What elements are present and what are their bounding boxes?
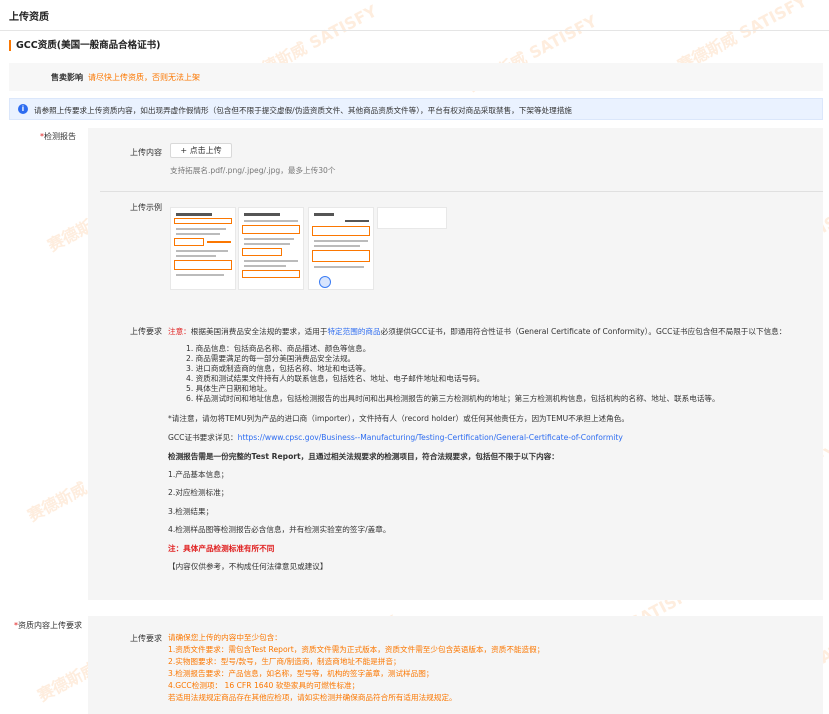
report-item: 2.对应检测标准；: [168, 488, 229, 497]
specific-goods-link[interactable]: 特定范围的商品: [327, 327, 380, 336]
report-item: 1.产品基本信息；: [168, 470, 229, 479]
gcc-detail: GCC证书要求详见：https://www.cpsc.gov/Business-…: [168, 433, 623, 442]
page-title: 上传资质: [9, 12, 49, 23]
example-thumbnail[interactable]: [170, 207, 236, 290]
upload-content-label: 上传内容: [130, 148, 162, 157]
gcc-item: 6. 样品测试时间和地址信息，包括检测报告的出具时间和出具检测报告的第三方检测机…: [186, 394, 720, 403]
example-thumbnail[interactable]: [238, 207, 304, 290]
sales-impact-bar: 售卖影响 请尽快上传资质，否则无法上架: [9, 63, 823, 91]
info-notice-text: 请参照上传要求上传资质内容，如出现弄虚作假情形（包含但不限于提交虚假/伪造资质文…: [34, 106, 572, 115]
header-divider: [0, 30, 829, 31]
section-title: GCC资质(美国一般商品合格证书): [9, 40, 160, 51]
content-req-line: 1.资质文件要求：需包含Test Report，资质文件需为正式版本，资质文件需…: [168, 645, 545, 654]
upload-requirement-label: 上传要求: [130, 327, 162, 336]
content-req-line: 若适用法规规定商品存在其他应检项，请如实检测并确保商品符合所有适用法规规定。: [168, 693, 457, 702]
sales-impact-label: 售卖影响: [51, 73, 83, 82]
content-requirement-label: *资质内容上传要求: [14, 621, 82, 630]
info-notice: i 请参照上传要求上传资质内容，如出现弄虚作假情形（包含但不限于提交虚假/伪造资…: [9, 98, 823, 120]
panel-divider: [100, 191, 823, 192]
report-intro: 检测报告需是一份完整的Test Report，且通过相关法规要求的检测项目，符合…: [168, 452, 559, 461]
example-thumbnail[interactable]: [308, 207, 374, 290]
info-icon: i: [18, 104, 28, 114]
disclaimer: 【内容仅供参考，不构成任何法律意见或建议】: [168, 562, 328, 571]
content-req-line: 3.检测报告要求：产品信息，如名称，型号等，机构的签字盖章，测试样品图；: [168, 669, 434, 678]
content-requirement-sublabel: 上传要求: [130, 634, 162, 643]
report-item: 4.检测样品图等检测报告必含信息，并有检测实验室的签字/盖章。: [168, 525, 391, 534]
importer-note: *请注意，请勿将TEMU列为产品的进口商（importer），文件持有人（rec…: [168, 414, 629, 423]
sales-impact-text: 请尽快上传资质，否则无法上架: [88, 73, 200, 82]
content-req-line: 4.GCC检测项： 16 CFR 1640 软垫家具的可燃性标准；: [168, 681, 360, 690]
report-item: 3.检测结果；: [168, 507, 214, 516]
example-thumbnail[interactable]: [377, 207, 447, 229]
test-report-label: *检测报告: [40, 132, 76, 141]
content-req-line: 请确保您上传的内容中至少包含：: [168, 633, 282, 642]
content-req-line: 2.实物图要求：型号/款号，生厂商/制造商，制造商地址不能是拼音；: [168, 657, 401, 666]
standard-note: 注：具体产品检测标准有所不同: [168, 544, 275, 553]
gcc-note: 注意：根据美国消费品安全法规的要求，适用于特定范围的商品必须提供GCC证书，即通…: [168, 327, 787, 336]
upload-hint: 支持拓展名.pdf/.png/.jpeg/.jpg，最多上传30个: [170, 166, 336, 175]
cpsc-link[interactable]: https://www.cpsc.gov/Business--Manufactu…: [238, 433, 623, 442]
upload-button[interactable]: + 点击上传: [170, 143, 232, 158]
upload-example-label: 上传示例: [130, 203, 162, 212]
